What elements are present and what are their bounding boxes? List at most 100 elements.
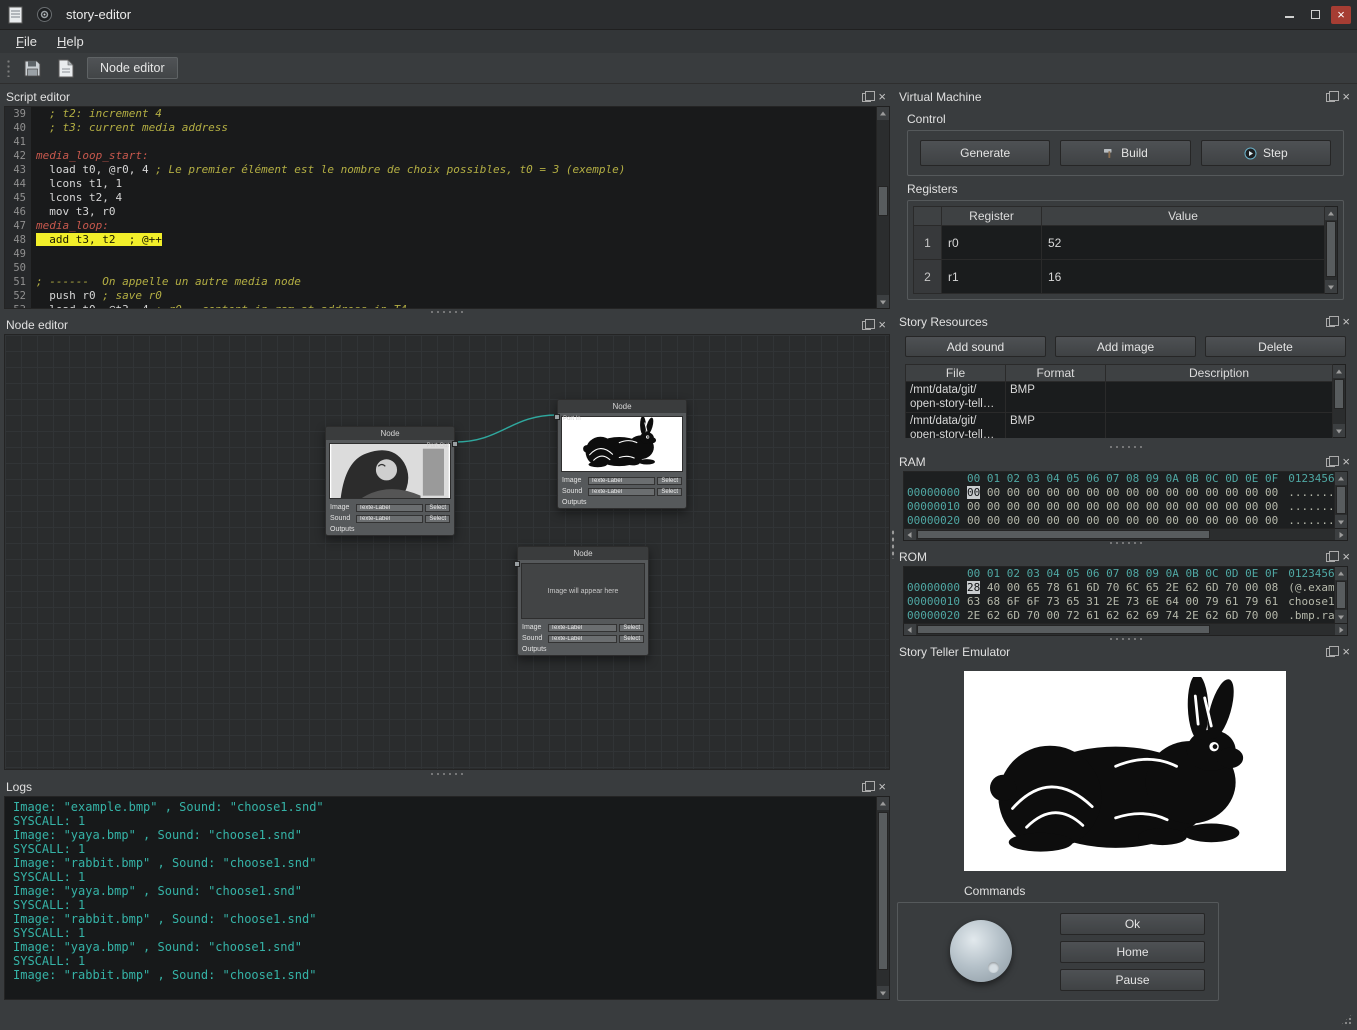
port-out[interactable] xyxy=(452,441,458,447)
node-combo[interactable]: Texte-Label xyxy=(548,635,617,643)
node-combo[interactable]: Texte-Label xyxy=(356,504,423,512)
ram-hex-view[interactable]: 00 01 02 03 04 05 06 07 08 09 0A 0B 0C 0… xyxy=(903,471,1335,529)
story-teller-emulator-panel-header[interactable]: Story Teller Emulator × xyxy=(897,643,1354,661)
rom-panel-header[interactable]: ROM × xyxy=(897,548,1354,566)
description-column-header[interactable]: Description xyxy=(1106,365,1333,382)
scroll-thumb[interactable] xyxy=(878,186,888,216)
scroll-up-arrow[interactable] xyxy=(1325,207,1337,220)
node-editor-panel-header[interactable]: Node editor × xyxy=(4,316,890,334)
scroll-thumb[interactable] xyxy=(1326,221,1336,277)
ram-panel-header[interactable]: RAM × xyxy=(897,453,1354,471)
minimize-button[interactable] xyxy=(1279,6,1299,24)
resource-row[interactable]: /mnt/data/git/ open-story-tell… BMP xyxy=(906,382,1333,413)
rom-hex-view[interactable]: 00 01 02 03 04 05 06 07 08 09 0A 0B 0C 0… xyxy=(903,566,1335,624)
node-combo[interactable]: Texte-Label xyxy=(356,515,423,523)
splitter-resources-ram[interactable] xyxy=(897,444,1354,450)
virtual-machine-panel-header[interactable]: Virtual Machine × xyxy=(897,88,1354,106)
ok-button[interactable]: Ok xyxy=(1060,913,1205,935)
hex-selected-byte[interactable]: 2E xyxy=(967,609,980,622)
knob-dial[interactable] xyxy=(950,920,1012,982)
home-button[interactable]: Home xyxy=(1060,941,1205,963)
titlebar[interactable]: story-editor × xyxy=(0,0,1357,30)
ram-vscrollbar[interactable] xyxy=(1335,471,1348,529)
undock-icon[interactable] xyxy=(862,93,871,102)
log-output[interactable]: Image: "example.bmp" , Sound: "choose1.s… xyxy=(4,796,877,1000)
close-icon[interactable]: × xyxy=(878,92,886,102)
maximize-button[interactable] xyxy=(1305,6,1325,24)
close-icon[interactable]: × xyxy=(878,782,886,792)
undock-icon[interactable] xyxy=(1326,648,1335,657)
export-script-button[interactable] xyxy=(53,56,79,80)
node-titlebar[interactable]: Node xyxy=(558,400,686,413)
rom-hscrollbar[interactable] xyxy=(903,624,1348,636)
node-titlebar[interactable]: Node xyxy=(326,427,454,440)
splitter-node-logs[interactable] xyxy=(4,771,890,777)
close-icon[interactable]: × xyxy=(1342,317,1350,327)
media-node-1[interactable]: Node Port Out Image Texte-Label Select xyxy=(325,426,455,536)
scroll-down-arrow[interactable] xyxy=(877,295,889,308)
hex-selected-byte[interactable]: 00 xyxy=(967,500,980,513)
scroll-thumb[interactable] xyxy=(917,625,1210,634)
logs-panel-header[interactable]: Logs × xyxy=(4,778,890,796)
step-button[interactable]: Step xyxy=(1201,140,1331,166)
story-resources-panel-header[interactable]: Story Resources × xyxy=(897,313,1354,331)
scroll-right-arrow[interactable] xyxy=(1335,624,1347,635)
node-combo[interactable]: Texte-Label xyxy=(588,488,655,496)
close-icon[interactable]: × xyxy=(1342,457,1350,467)
value-column-header[interactable]: Value xyxy=(1042,207,1325,226)
hex-selected-byte[interactable]: 00 xyxy=(967,486,980,499)
file-column-header[interactable]: File xyxy=(906,365,1006,382)
undock-icon[interactable] xyxy=(862,321,871,330)
scroll-up-arrow[interactable] xyxy=(1335,567,1347,580)
splitter-main-columns[interactable] xyxy=(890,84,896,1004)
node-combo[interactable]: Texte-Label xyxy=(588,477,655,485)
port-in[interactable] xyxy=(554,414,560,420)
scroll-left-arrow[interactable] xyxy=(904,624,916,635)
hex-selected-byte[interactable]: 63 xyxy=(967,595,980,608)
node-select-button[interactable]: Select xyxy=(425,515,450,523)
add-image-button[interactable]: Add image xyxy=(1055,336,1196,357)
undock-icon[interactable] xyxy=(1326,93,1335,102)
scroll-thumb[interactable] xyxy=(1336,581,1346,609)
registers-scrollbar[interactable] xyxy=(1325,206,1338,294)
undock-icon[interactable] xyxy=(862,783,871,792)
node-editor-toggle-button[interactable]: Node editor xyxy=(87,57,178,79)
media-node-3[interactable]: Node Image will appear here Image Texte-… xyxy=(517,546,649,656)
hex-selected-byte[interactable]: 28 xyxy=(967,581,980,594)
register-row[interactable]: 2 r1 16 xyxy=(914,260,1325,294)
splitter-script-node[interactable] xyxy=(4,309,890,315)
undock-icon[interactable] xyxy=(1326,553,1335,562)
scroll-left-arrow[interactable] xyxy=(904,529,916,540)
close-icon[interactable]: × xyxy=(1342,552,1350,562)
scroll-up-arrow[interactable] xyxy=(1335,472,1347,485)
window-resize-grip[interactable] xyxy=(1340,1013,1353,1026)
logs-scrollbar[interactable] xyxy=(877,796,890,1000)
resources-scrollbar[interactable] xyxy=(1333,364,1346,438)
node-titlebar[interactable]: Node xyxy=(518,547,648,560)
menu-file[interactable]: File xyxy=(6,32,47,51)
add-sound-button[interactable]: Add sound xyxy=(905,336,1046,357)
close-icon[interactable]: × xyxy=(1342,92,1350,102)
node-select-button[interactable]: Select xyxy=(619,624,644,632)
scroll-thumb[interactable] xyxy=(917,530,1210,539)
build-button[interactable]: Build xyxy=(1060,140,1190,166)
scroll-down-arrow[interactable] xyxy=(1333,424,1345,437)
menu-help[interactable]: Help xyxy=(47,32,94,51)
register-column-header[interactable]: Register xyxy=(942,207,1042,226)
register-row[interactable]: 1 r0 52 xyxy=(914,226,1325,260)
close-button[interactable]: × xyxy=(1331,6,1351,24)
splitter-ram-rom[interactable] xyxy=(897,540,1354,546)
scroll-thumb[interactable] xyxy=(1336,486,1346,514)
node-select-button[interactable]: Select xyxy=(425,504,450,512)
scroll-up-arrow[interactable] xyxy=(1333,365,1345,378)
media-node-2[interactable]: Node Port In xyxy=(557,399,687,509)
node-select-button[interactable]: Select xyxy=(657,477,682,485)
node-canvas[interactable]: Node Port Out Image Texte-Label Select xyxy=(4,334,890,770)
pause-button[interactable]: Pause xyxy=(1060,969,1205,991)
node-select-button[interactable]: Select xyxy=(657,488,682,496)
script-editor-panel-header[interactable]: Script editor × xyxy=(4,88,890,106)
undock-icon[interactable] xyxy=(1326,318,1335,327)
generate-button[interactable]: Generate xyxy=(920,140,1050,166)
save-button[interactable] xyxy=(19,56,45,80)
scroll-right-arrow[interactable] xyxy=(1335,529,1347,540)
